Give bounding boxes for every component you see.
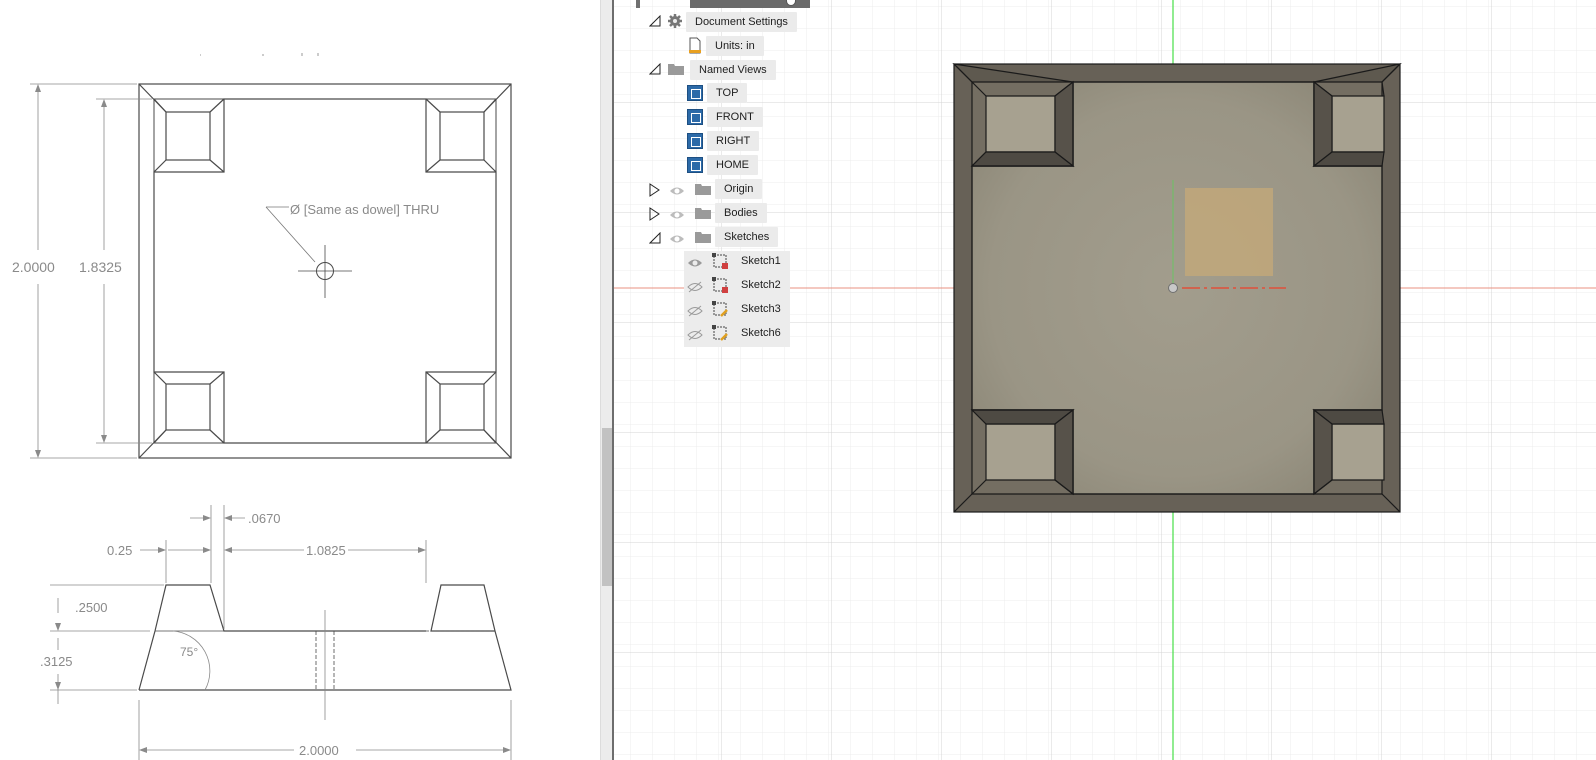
eye-icon[interactable] xyxy=(669,185,685,197)
sketch-icon xyxy=(711,324,729,342)
angle-dim: 75° xyxy=(180,645,198,659)
eye-hidden-icon[interactable] xyxy=(687,281,703,293)
origin-expander[interactable] xyxy=(647,183,661,197)
sketch-icon xyxy=(711,276,729,294)
base-height-dim: .3125 xyxy=(40,654,73,669)
sketch-profile[interactable] xyxy=(1185,188,1273,276)
lip-dim: 0.25 xyxy=(107,543,132,558)
folder-icon xyxy=(667,61,685,79)
named-view-icon xyxy=(687,157,703,173)
offset-dim: .0670 xyxy=(248,511,281,526)
view-home[interactable]: HOME xyxy=(707,155,758,175)
engineering-drawing: Ø [Same as dowel] THRU 2.0000 1.8325 .06… xyxy=(12,53,512,760)
eye-hidden-icon[interactable] xyxy=(687,329,703,341)
eye-icon[interactable] xyxy=(687,257,703,269)
sketch6-label[interactable]: Sketch6 xyxy=(732,323,790,343)
named-views-expander[interactable] xyxy=(648,62,662,76)
sketches-expander[interactable] xyxy=(648,231,662,245)
bodies-label[interactable]: Bodies xyxy=(715,203,767,223)
inner-height-dim: 1.8325 xyxy=(79,259,122,275)
browser-tree: Document Settings Units: in Named Views … xyxy=(614,0,824,350)
units-label[interactable]: Units: in xyxy=(706,36,764,56)
overall-height-dim: 2.0000 xyxy=(12,259,55,275)
sketch1-label[interactable]: Sketch1 xyxy=(732,251,790,271)
reference-drawing-panel: Ø [Same as dowel] THRU 2.0000 1.8325 .06… xyxy=(0,0,600,760)
view-right[interactable]: RIGHT xyxy=(707,131,760,151)
sketch-icon xyxy=(711,252,729,270)
vertical-scrollbar[interactable] xyxy=(600,0,612,760)
post-height-dim: .2500 xyxy=(75,600,108,615)
sketch-icon xyxy=(711,300,729,318)
eye-hidden-icon[interactable] xyxy=(687,305,703,317)
bodies-expander[interactable] xyxy=(647,207,661,221)
named-view-icon xyxy=(687,85,703,101)
top-view xyxy=(138,83,512,459)
inner-span-dim: 1.0825 xyxy=(306,543,346,558)
folder-icon xyxy=(694,229,712,247)
sketches-label[interactable]: Sketches xyxy=(715,227,779,247)
gear-icon xyxy=(667,13,685,31)
named-views-label[interactable]: Named Views xyxy=(690,60,776,80)
view-front[interactable]: FRONT xyxy=(707,107,763,127)
folder-icon xyxy=(694,205,712,223)
scrollbar-thumb[interactable] xyxy=(602,428,612,586)
sketch3-label[interactable]: Sketch3 xyxy=(732,299,790,319)
named-view-icon xyxy=(687,133,703,149)
origin-label[interactable]: Origin xyxy=(715,179,763,199)
named-view-icon xyxy=(687,109,703,125)
eye-icon[interactable] xyxy=(669,233,685,245)
document-icon xyxy=(687,37,705,55)
view-top[interactable]: TOP xyxy=(707,83,748,103)
origin-point[interactable] xyxy=(1168,283,1178,293)
app-window: Ø [Same as dowel] THRU 2.0000 1.8325 .06… xyxy=(0,0,1596,760)
document-settings-expander[interactable] xyxy=(648,14,662,28)
folder-icon xyxy=(694,181,712,199)
top-row-expander[interactable] xyxy=(636,0,640,8)
base-width-dim: 2.0000 xyxy=(299,743,339,758)
sketch2-label[interactable]: Sketch2 xyxy=(732,275,790,295)
hole-note: Ø [Same as dowel] THRU xyxy=(290,202,439,217)
document-settings-label[interactable]: Document Settings xyxy=(686,12,797,32)
eye-icon[interactable] xyxy=(669,209,685,221)
